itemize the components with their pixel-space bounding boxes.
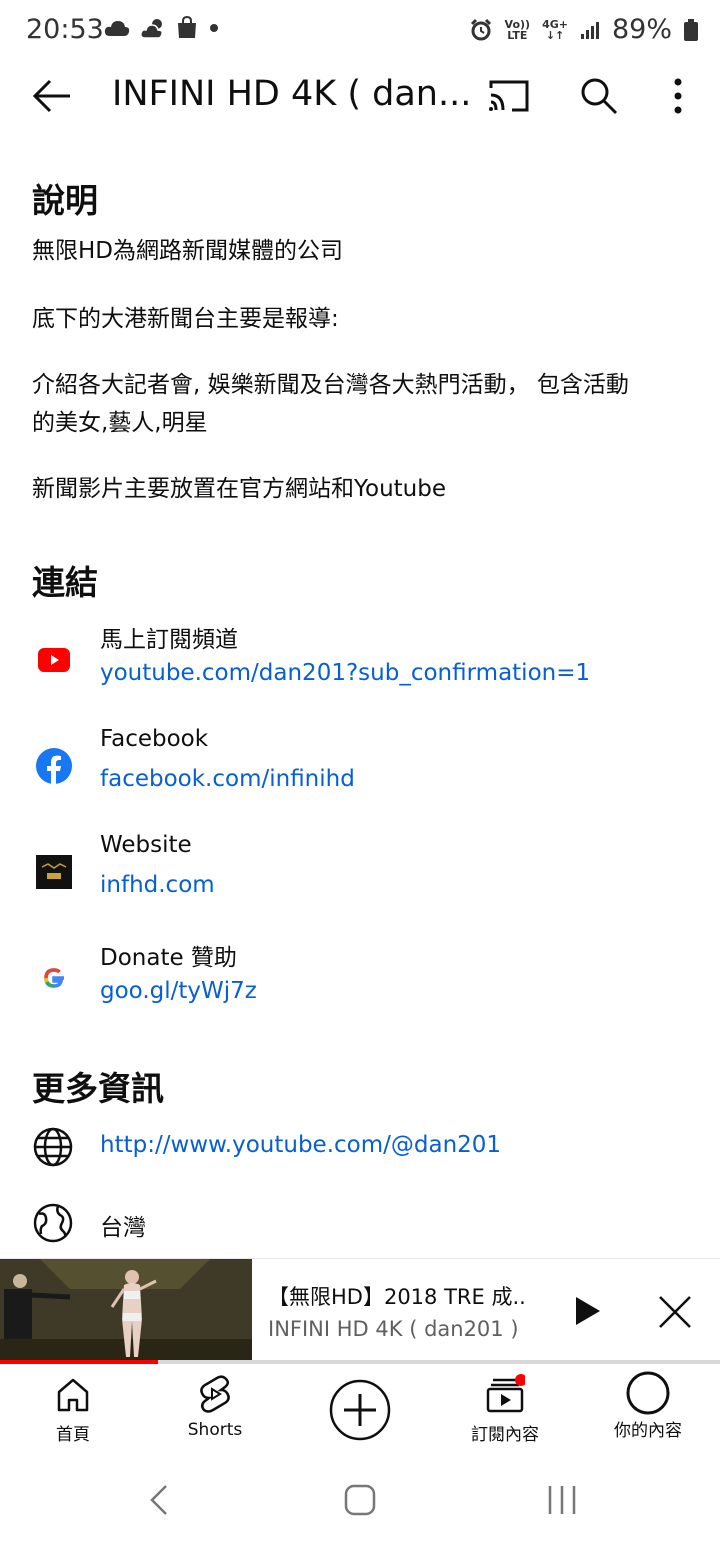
cast-icon[interactable] bbox=[488, 78, 530, 114]
nav-home-label: 首頁 bbox=[56, 1425, 90, 1445]
link-name: Donate 贊助 bbox=[100, 945, 237, 971]
link-subscribe[interactable]: 馬上訂閱頻道 youtube.com/dan201?sub_confirmati… bbox=[32, 620, 682, 700]
shopping-bag-icon bbox=[178, 16, 196, 38]
alarm-icon bbox=[470, 18, 491, 40]
mini-player-channel[interactable]: INFINI HD 4K ( dan201 ) bbox=[268, 1317, 538, 1341]
signal-icon bbox=[580, 21, 599, 39]
status-bar: 20:53 Vo)) LTE 4G+ ↓↑ 89% bbox=[0, 0, 720, 64]
nav-subscriptions-label: 訂閱內容 bbox=[471, 1425, 539, 1445]
system-navigation-bar bbox=[0, 1454, 720, 1544]
mini-player-thumbnail[interactable] bbox=[0, 1259, 252, 1365]
google-icon bbox=[44, 968, 64, 988]
home-icon bbox=[57, 1378, 89, 1412]
battery-icon bbox=[684, 18, 698, 41]
nav-create[interactable] bbox=[295, 1378, 425, 1458]
nav-you-label: 你的內容 bbox=[614, 1421, 682, 1441]
globe-icon bbox=[33, 1127, 73, 1167]
search-icon[interactable] bbox=[578, 76, 620, 116]
nav-shorts-label: Shorts bbox=[187, 1420, 243, 1440]
channel-about-page: 20:53 Vo)) LTE 4G+ ↓↑ 89% INFINI HD 4K (… bbox=[0, 0, 720, 1544]
facebook-icon bbox=[36, 748, 72, 784]
avatar-icon bbox=[626, 1371, 670, 1415]
description-line: 無限HD為網路新聞媒體的公司 bbox=[32, 238, 344, 264]
earth-icon bbox=[33, 1203, 73, 1243]
link-name: Facebook bbox=[100, 726, 209, 752]
notification-icons bbox=[104, 16, 220, 40]
app-bar: INFINI HD 4K ( dan... bbox=[0, 64, 720, 128]
battery-percent: 89% bbox=[611, 14, 672, 45]
nav-home[interactable]: 首頁 bbox=[8, 1374, 138, 1454]
website-logo-icon bbox=[36, 855, 72, 889]
nav-you[interactable]: 你的內容 bbox=[583, 1371, 713, 1454]
link-url[interactable]: infhd.com bbox=[100, 872, 215, 898]
channel-url[interactable]: http://www.youtube.com/@dan201 bbox=[100, 1132, 501, 1158]
status-time: 20:53 bbox=[26, 14, 104, 45]
country-text: 台灣 bbox=[100, 1215, 146, 1241]
create-plus-icon bbox=[329, 1379, 391, 1441]
system-back-icon[interactable] bbox=[140, 1482, 180, 1518]
shorts-icon bbox=[200, 1375, 230, 1413]
video-frame-illustration bbox=[0, 1259, 252, 1365]
link-facebook[interactable]: Facebook facebook.com/infinihd bbox=[32, 726, 682, 806]
play-icon[interactable] bbox=[568, 1293, 604, 1329]
link-name: Website bbox=[100, 832, 192, 858]
network-type-indicator: 4G+ ↓↑ bbox=[542, 17, 568, 42]
subscriptions-icon bbox=[486, 1374, 525, 1413]
link-url[interactable]: facebook.com/infinihd bbox=[100, 766, 355, 792]
system-home-icon[interactable] bbox=[340, 1482, 380, 1518]
cloud-icon bbox=[104, 21, 130, 36]
dot-icon bbox=[210, 24, 218, 32]
close-icon[interactable] bbox=[656, 1293, 694, 1331]
system-recents-icon[interactable] bbox=[542, 1482, 582, 1518]
more-options-icon[interactable] bbox=[664, 76, 692, 116]
description-line: 的美女,藝人,明星 bbox=[32, 410, 208, 436]
volte-indicator: Vo)) LTE bbox=[504, 17, 531, 42]
nav-subscriptions[interactable]: 訂閱內容 bbox=[440, 1374, 570, 1454]
link-donate[interactable]: Donate 贊助 goo.gl/tyWj7z bbox=[32, 938, 682, 1018]
description-heading: 說明 bbox=[32, 181, 98, 220]
mini-player[interactable]: 【無限HD】2018 TRE 成.. INFINI HD 4K ( dan201… bbox=[0, 1258, 720, 1365]
back-arrow-icon[interactable] bbox=[30, 76, 74, 116]
description-line: 介紹各大記者會, 娛樂新聞及台灣各大熱門活動， 包含活動 bbox=[32, 372, 629, 398]
description-line: 新聞影片主要放置在官方網站和Youtube bbox=[32, 476, 446, 502]
link-url[interactable]: goo.gl/tyWj7z bbox=[100, 978, 257, 1004]
mini-player-title[interactable]: 【無限HD】2018 TRE 成.. bbox=[268, 1281, 538, 1311]
link-website[interactable]: Website infhd.com bbox=[32, 832, 682, 912]
system-status-icons: Vo)) LTE 4G+ ↓↑ 89% bbox=[469, 14, 698, 45]
nav-shorts[interactable]: Shorts bbox=[150, 1374, 280, 1454]
more-info-heading: 更多資訊 bbox=[32, 1069, 164, 1108]
link-name: 馬上訂閱頻道 bbox=[100, 627, 238, 653]
channel-title: INFINI HD 4K ( dan... bbox=[112, 74, 472, 114]
links-heading: 連結 bbox=[32, 563, 98, 602]
description-line: 底下的大港新聞台主要是報導: bbox=[32, 306, 339, 332]
country-row: 台灣 bbox=[32, 1202, 682, 1246]
bottom-navigation: 首頁 Shorts 訂閱內容 你的內容 bbox=[0, 1364, 720, 1454]
channel-url-row[interactable]: http://www.youtube.com/@dan201 bbox=[32, 1126, 682, 1170]
youtube-icon bbox=[38, 648, 70, 672]
partly-cloudy-icon bbox=[140, 19, 163, 39]
link-url[interactable]: youtube.com/dan201?sub_confirmation=1 bbox=[100, 660, 590, 686]
